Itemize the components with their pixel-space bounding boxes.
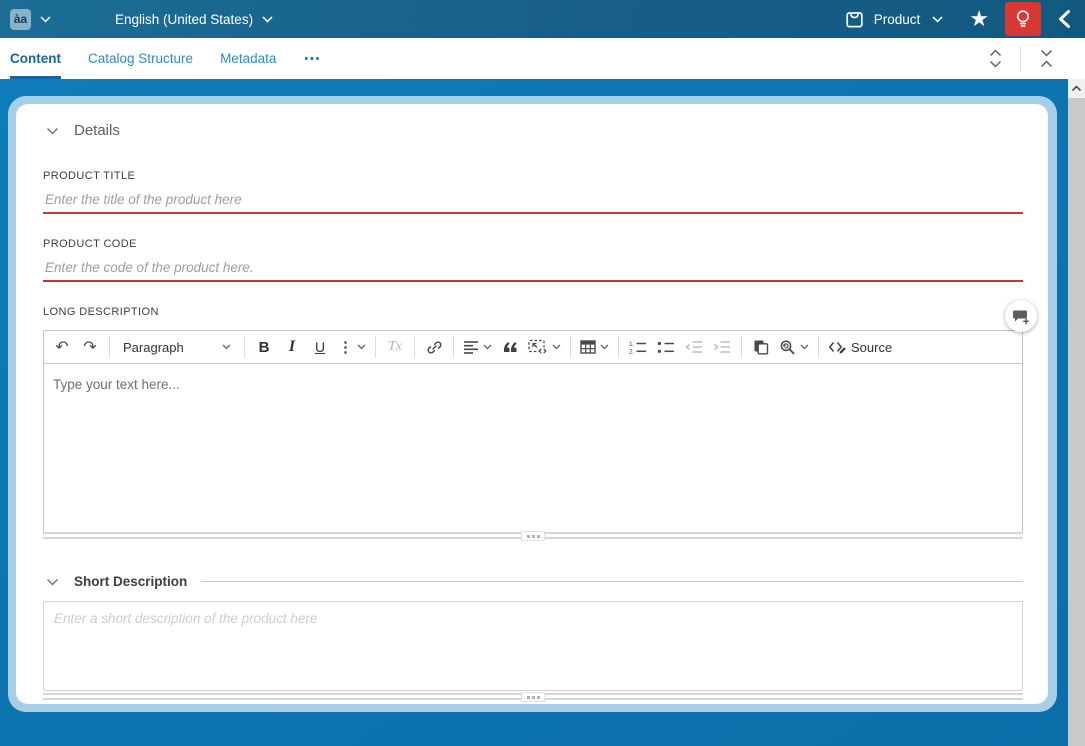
divider [818,336,819,358]
short-description-resize-handle[interactable] [43,692,1023,702]
collapse-sections-icon[interactable] [1029,44,1063,74]
product-code-input[interactable] [43,255,1023,282]
product-title-label: PRODUCT TITLE [43,170,136,182]
short-description-header: Short Description [46,574,1023,589]
app-window: àa English (United States) Product ★ Con… [0,0,1085,746]
divider [414,336,415,358]
expand-sections-icon[interactable] [978,44,1012,74]
insert-table-icon[interactable] [576,334,613,360]
svg-text:1.: 1. [629,341,635,348]
link-icon[interactable] [420,334,448,360]
content-panel: Details PRODUCT TITLE PRODUCT CODE LONG … [16,104,1048,704]
lightbulb-icon [1013,8,1033,30]
redo-icon[interactable]: ↷ [76,334,104,360]
details-section-header: Details [46,122,120,139]
resize-grip-dots-icon [521,531,545,541]
scrollbar-thumb[interactable] [1068,98,1085,746]
topbar-right-group: Product ★ [844,2,1075,36]
more-tabs-icon[interactable]: ⋯ [303,49,321,69]
insert-html-icon[interactable] [524,334,565,360]
resize-grip-dots-icon [521,692,545,702]
tab-bar: Content Catalog Structure Metadata ⋯ [0,38,1085,79]
divider [244,336,245,358]
editor-toolbar: ↶ ↷ Paragraph B I U ⋮ Tx 1. 2. Source [44,331,1022,364]
short-description-input[interactable] [43,601,1023,691]
highlight-button[interactable] [1005,2,1041,36]
scroll-up-icon[interactable] [1068,79,1085,98]
bulleted-list-icon[interactable] [652,334,680,360]
tab-catalog-structure[interactable]: Catalog Structure [88,38,193,79]
divider [741,336,742,358]
italic-icon[interactable]: I [278,334,306,360]
add-comment-button[interactable] [1005,300,1037,332]
content-area: Details PRODUCT TITLE PRODUCT CODE LONG … [0,79,1068,746]
divider [453,336,454,358]
text-alignment-icon[interactable] [459,334,496,360]
chevron-down-icon[interactable] [932,15,943,23]
tab-content[interactable]: Content [10,38,61,79]
favorite-star-icon[interactable]: ★ [969,8,989,30]
source-code-icon [828,340,847,355]
find-replace-icon[interactable] [775,334,813,360]
product-title-input[interactable] [43,187,1023,214]
chevron-down-icon[interactable] [46,127,59,135]
vertical-scrollbar[interactable] [1068,79,1085,746]
divider [375,336,376,358]
editor-placeholder: Type your text here... [53,377,180,392]
top-bar: àa English (United States) Product ★ [0,0,1085,38]
paste-icon[interactable] [747,334,775,360]
panel-controls [978,44,1085,74]
divider [201,581,1023,582]
undo-icon[interactable]: ↶ [48,334,76,360]
divider [570,336,571,358]
divider [618,336,619,358]
entity-selector[interactable]: Product [874,12,921,27]
short-description-title: Short Description [74,574,188,589]
editor-resize-handle[interactable] [43,531,1023,541]
chevron-down-icon[interactable] [40,15,51,23]
details-section-title: Details [74,122,120,139]
underline-icon[interactable]: U [306,334,334,360]
product-code-label: PRODUCT CODE [43,238,137,250]
bold-icon[interactable]: B [250,334,278,360]
remove-format-icon[interactable]: Tx [381,334,409,360]
svg-text:2.: 2. [629,349,635,354]
collapse-right-chevron-icon[interactable] [1057,9,1071,29]
chevron-down-icon[interactable] [262,15,273,23]
add-comment-icon [1012,308,1030,325]
long-description-editor: ↶ ↷ Paragraph B I U ⋮ Tx 1. 2. Source Ty… [43,330,1023,533]
block-quote-icon[interactable] [496,334,524,360]
editor-text-area[interactable]: Type your text here... [44,364,1022,532]
numbered-list-icon[interactable]: 1. 2. [624,334,652,360]
divider [109,336,110,358]
long-description-label: LONG DESCRIPTION [43,306,159,318]
product-bag-icon [844,9,865,30]
paragraph-style-dropdown[interactable]: Paragraph [115,334,239,360]
chevron-down-icon[interactable] [46,578,59,586]
language-selector[interactable]: English (United States) [115,12,253,27]
indent-icon[interactable] [708,334,736,360]
more-formatting-icon[interactable]: ⋮ [334,334,370,360]
tab-metadata[interactable]: Metadata [220,38,276,79]
source-button[interactable]: Source [824,334,896,360]
language-icon[interactable]: àa [10,8,31,30]
divider [1020,45,1021,72]
outdent-icon[interactable] [680,334,708,360]
